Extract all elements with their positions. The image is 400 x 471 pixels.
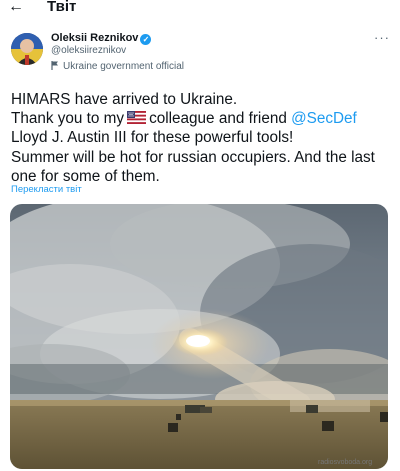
us-flag-emoji (127, 111, 147, 125)
tweet-text: HIMARS have arrived to Ukraine. Thank yo… (11, 90, 393, 186)
tweet-line: Lloyd J. Austin III for these powerful t… (11, 129, 294, 147)
top-bar: ← Твіт (0, 0, 400, 20)
translate-tweet-link[interactable]: Перекласти твіт (11, 184, 82, 195)
government-label: Ukraine government official (51, 61, 184, 73)
verified-badge-icon: ✓ (140, 34, 152, 45)
more-options-icon[interactable]: ··· (374, 30, 390, 45)
author-handle[interactable]: @oleksiireznikov (51, 45, 126, 57)
tweet-line: Summer will be hot for russian occupiers… (11, 148, 375, 166)
page-title: Твіт (47, 0, 77, 15)
mention-link[interactable]: @SecDef (291, 110, 357, 127)
tweet-photo[interactable] (10, 204, 388, 469)
watermark: radiosvoboda.org (318, 459, 373, 466)
tweet-line: HIMARS have arrived to Ukraine. (11, 91, 238, 108)
arrow-left-icon[interactable]: ← (8, 0, 28, 17)
flag-icon (51, 61, 58, 70)
avatar[interactable] (11, 33, 43, 65)
author-name[interactable]: Oleksii Reznikov ✓ (51, 31, 152, 45)
tweet-line: Thank you to my colleague and friend @Se… (11, 110, 357, 128)
